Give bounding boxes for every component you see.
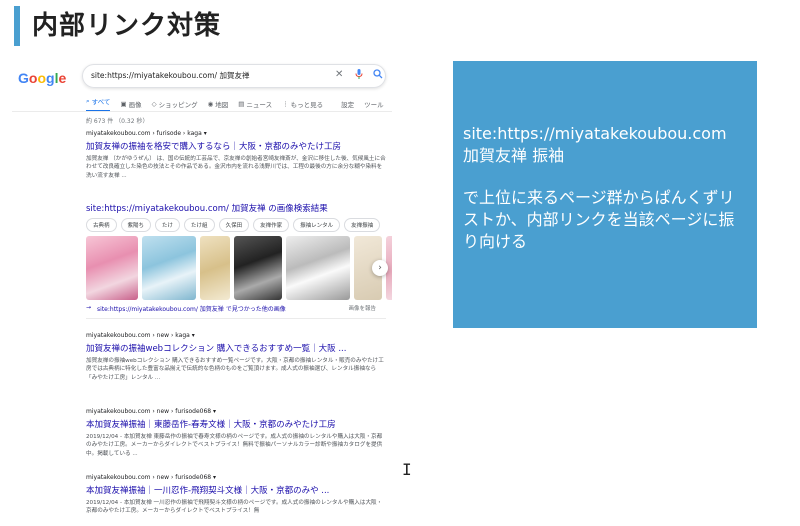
result-title[interactable]: 本加賀友禅振袖｜一川忍作-飛翔契斗文様｜大阪・京都のみや ... bbox=[86, 484, 386, 496]
panel-description: で上位に来るページ群からぱんくずリストか、内部リンクを当該ページに振り向ける bbox=[463, 188, 735, 251]
search-icon: ⌕ bbox=[86, 96, 90, 105]
result-url-text: miyatakekoubou.com › new › furisode068 bbox=[86, 474, 212, 481]
filter-chip[interactable]: 久保田 bbox=[218, 218, 250, 232]
filter-chip[interactable]: たけ bbox=[155, 218, 181, 232]
image-results-header[interactable]: site:https://miyatakekoubou.com/ 加賀友禅 の画… bbox=[86, 202, 328, 214]
result-title[interactable]: 加賀友禅の振袖webコレクション 購入できるおすすめ一覧｜大阪 ... bbox=[86, 342, 386, 354]
mic-icon[interactable] bbox=[355, 69, 363, 82]
filter-chip[interactable]: たけ組 bbox=[184, 218, 215, 232]
tab-more[interactable]: ⋮ もっと見る bbox=[282, 96, 323, 112]
logo-letter: e bbox=[58, 70, 67, 86]
result-url[interactable]: miyatakekoubou.com › new › kaga ▾ bbox=[86, 332, 386, 339]
kimono-thumbnail[interactable] bbox=[142, 236, 196, 300]
tab-maps[interactable]: ◉ 地図 bbox=[208, 96, 229, 112]
more-icon: ⋮ bbox=[282, 100, 289, 108]
text-cursor-icon: I bbox=[402, 460, 412, 479]
search-result: miyatakekoubou.com › furisode › kaga ▾ 加… bbox=[86, 130, 386, 180]
search-result: miyatakekoubou.com › new › furisode068 ▾… bbox=[86, 408, 386, 458]
result-snippet: 2019/12/04 - 本加賀友禅 東藤岳作の振袖で春寿文様の柄のページです。… bbox=[86, 434, 383, 457]
filter-chip[interactable]: 紫陽ち bbox=[120, 218, 152, 232]
search-icon[interactable] bbox=[373, 69, 383, 82]
google-serp-screenshot: Google site:https://miyatakekoubou.com/ … bbox=[12, 60, 392, 526]
result-snippet: 加賀友禅 （かがゆうぜん） は、国の伝統的工芸品で、京友禅の創始者宮崎友禅斎が、… bbox=[86, 156, 386, 179]
more-images-link[interactable]: → site:https://miyatakekoubou.com/ 加賀友禅 … bbox=[86, 304, 376, 313]
image-filter-chips: 古典柄 紫陽ち たけ たけ組 久保田 友禅作家 振袖レンタル 友禅振袖 bbox=[86, 218, 381, 232]
tag-icon: ◇ bbox=[151, 100, 157, 108]
tab-label: ショッピング bbox=[158, 101, 198, 109]
filter-chip[interactable]: 古典柄 bbox=[86, 218, 117, 232]
result-url[interactable]: miyatakekoubou.com › new › furisode068 ▾ bbox=[86, 474, 386, 481]
result-snippet: 加賀友禅の振袖webコレクション 購入できるおすすめ一覧ページです。大阪・京都の… bbox=[86, 358, 384, 381]
result-url[interactable]: miyatakekoubou.com › new › furisode068 ▾ bbox=[86, 408, 386, 415]
chevron-down-icon[interactable]: ▾ bbox=[204, 130, 207, 137]
kimono-thumbnail[interactable] bbox=[86, 236, 138, 300]
tools-link[interactable]: ツール bbox=[364, 96, 384, 112]
filter-chip[interactable]: 友禅振袖 bbox=[344, 218, 381, 232]
result-url-text: miyatakekoubou.com › new › kaga bbox=[86, 332, 190, 339]
search-result: miyatakekoubou.com › new › kaga ▾ 加賀友禅の振… bbox=[86, 332, 386, 382]
kimono-thumbnail[interactable] bbox=[234, 236, 282, 300]
image-thumbnails bbox=[86, 236, 392, 300]
kimono-thumbnail[interactable] bbox=[200, 236, 230, 300]
explanation-panel: site:https://miyatakekoubou.com 加賀友禅 振袖 … bbox=[453, 61, 757, 328]
result-url-text: miyatakekoubou.com › new › furisode068 bbox=[86, 408, 212, 415]
chevron-down-icon[interactable]: ▾ bbox=[213, 474, 216, 481]
result-count: 約 673 件 （0.32 秒） bbox=[86, 118, 149, 125]
search-query: site:https://miyatakekoubou.com/ 加賀友禅 bbox=[91, 71, 250, 80]
logo-letter: G bbox=[18, 70, 29, 86]
slide-title-bar: 内部リンク対策 bbox=[14, 6, 221, 46]
result-title[interactable]: 本加賀友禅振袖｜東藤岳作-春寿文様｜大阪・京都のみやたけ工房 bbox=[86, 418, 386, 430]
kimono-thumbnail[interactable] bbox=[286, 236, 350, 300]
image-icon: ▣ bbox=[120, 100, 127, 108]
tab-label: 地図 bbox=[215, 101, 229, 109]
next-arrow-icon[interactable]: › bbox=[372, 260, 388, 276]
logo-letter: o bbox=[37, 70, 47, 86]
tab-all[interactable]: ⌕ すべて bbox=[86, 96, 111, 112]
filter-chip[interactable]: 友禅作家 bbox=[253, 218, 290, 232]
tab-label: もっと見る bbox=[290, 101, 324, 109]
tab-label: ニュース bbox=[246, 101, 273, 109]
logo-letter: o bbox=[28, 70, 38, 86]
more-images-text: site:https://miyatakekoubou.com/ 加賀友禅 で見… bbox=[97, 306, 286, 313]
chevron-down-icon[interactable]: ▾ bbox=[192, 332, 195, 339]
tabs-divider bbox=[12, 111, 392, 112]
search-input[interactable]: site:https://miyatakekoubou.com/ 加賀友禅 ✕ bbox=[82, 64, 386, 88]
slide-title: 内部リンク対策 bbox=[32, 11, 222, 41]
search-result: miyatakekoubou.com › new › furisode068 ▾… bbox=[86, 474, 386, 516]
search-tabs: ⌕ すべて ▣ 画像 ◇ ショッピング ◉ 地図 ▤ ニュース ⋮ もっと見る 設定 ツール bbox=[86, 96, 384, 112]
divider bbox=[86, 318, 386, 319]
arrow-right-icon: → bbox=[86, 304, 92, 311]
result-title[interactable]: 加賀友禅の振袖を格安で購入するなら｜大阪・京都のみやたけ工房 bbox=[86, 140, 386, 152]
tab-news[interactable]: ▤ ニュース bbox=[238, 96, 272, 112]
tab-label: すべて bbox=[91, 98, 111, 106]
panel-query: site:https://miyatakekoubou.com 加賀友禅 振袖 bbox=[463, 124, 727, 165]
filter-chip[interactable]: 振袖レンタル bbox=[293, 218, 341, 232]
result-url-text: miyatakekoubou.com › furisode › kaga bbox=[86, 130, 202, 137]
chevron-down-icon[interactable]: ▾ bbox=[213, 408, 216, 415]
logo-letter: g bbox=[46, 70, 55, 86]
result-url[interactable]: miyatakekoubou.com › furisode › kaga ▾ bbox=[86, 130, 386, 137]
settings-link[interactable]: 設定 bbox=[341, 96, 354, 112]
tab-label: 画像 bbox=[128, 101, 142, 109]
tab-images[interactable]: ▣ 画像 bbox=[120, 96, 141, 112]
result-snippet: 2019/12/04 - 本加賀友禅 一川忍作の振袖で飛翔契斗文様の柄のページで… bbox=[86, 500, 383, 515]
news-icon: ▤ bbox=[238, 100, 245, 108]
pin-icon: ◉ bbox=[207, 100, 214, 108]
google-logo[interactable]: Google bbox=[18, 70, 66, 86]
tab-shopping[interactable]: ◇ ショッピング bbox=[152, 96, 198, 112]
report-images-link[interactable]: 画像を報告 bbox=[348, 304, 376, 313]
clear-icon[interactable]: ✕ bbox=[335, 69, 343, 80]
